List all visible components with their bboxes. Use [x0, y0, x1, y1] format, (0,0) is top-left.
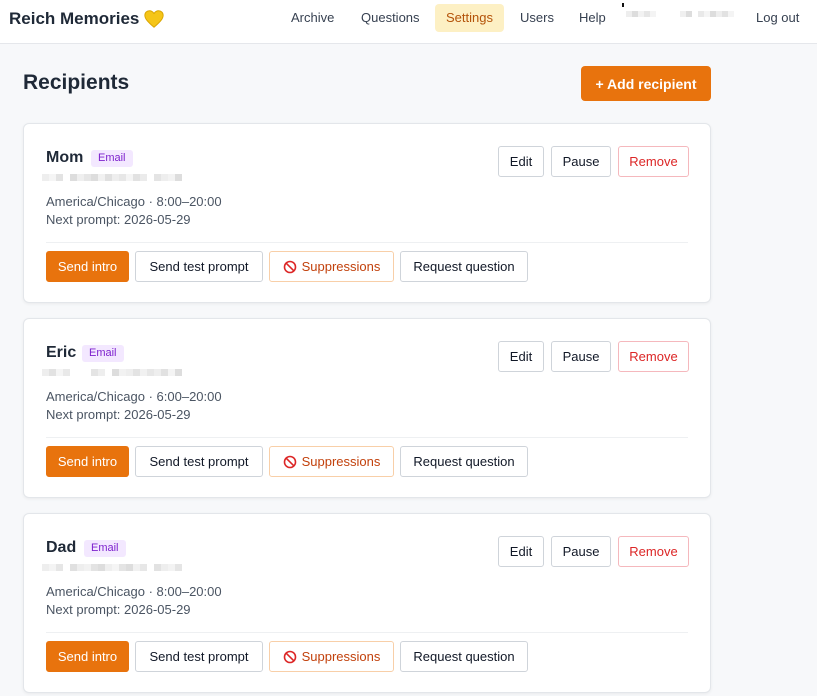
recipient-schedule: America/Chicago · 8:00–20:00 [46, 584, 222, 599]
redacted-user-email [680, 11, 734, 17]
send-intro-button[interactable]: Send intro [46, 251, 129, 282]
request-question-button[interactable]: Request question [400, 251, 528, 282]
page-title: Recipients [23, 71, 130, 94]
app-brand[interactable]: Reich Memories [9, 8, 165, 30]
suppressions-button[interactable]: Suppressions [269, 446, 394, 477]
next-prompt: Next prompt: 2026-05-29 [46, 212, 191, 227]
add-recipient-button[interactable]: + Add recipient [581, 66, 711, 101]
card-divider [46, 632, 688, 633]
nav-archive[interactable]: Archive [280, 4, 345, 32]
top-nav-bar: Reich Memories Archive Questions Setting… [0, 0, 817, 44]
next-prompt: Next prompt: 2026-05-29 [46, 407, 191, 422]
redacted-user-name [626, 11, 656, 17]
suppressions-label: Suppressions [301, 259, 381, 274]
suppressions-button[interactable]: Suppressions [269, 251, 394, 282]
channel-badge: Email [82, 345, 124, 362]
edit-button[interactable]: Edit [498, 146, 544, 177]
nav-settings[interactable]: Settings [435, 4, 504, 32]
nav-questions[interactable]: Questions [350, 4, 431, 32]
card-divider [46, 437, 688, 438]
recipient-schedule: America/Chicago · 6:00–20:00 [46, 389, 222, 404]
send-intro-button[interactable]: Send intro [46, 446, 129, 477]
suppressions-label: Suppressions [301, 454, 381, 469]
remove-button[interactable]: Remove [618, 341, 689, 372]
redacted-user-info [622, 3, 624, 7]
recipient-card: Mom Email America/Chicago · 8:00–20:00 N… [23, 123, 711, 303]
edit-button[interactable]: Edit [498, 536, 544, 567]
send-test-prompt-button[interactable]: Send test prompt [135, 641, 263, 672]
recipient-name: Dad [46, 539, 77, 556]
recipient-name: Mom [46, 149, 84, 166]
channel-badge: Email [84, 540, 126, 557]
send-test-prompt-button[interactable]: Send test prompt [135, 251, 263, 282]
prohibited-icon [283, 455, 296, 468]
prohibited-icon [283, 260, 296, 273]
remove-button[interactable]: Remove [618, 536, 689, 567]
pause-button[interactable]: Pause [551, 536, 611, 567]
request-question-button[interactable]: Request question [400, 446, 528, 477]
recipient-schedule: America/Chicago · 8:00–20:00 [46, 194, 222, 209]
remove-button[interactable]: Remove [618, 146, 689, 177]
pause-button[interactable]: Pause [551, 146, 611, 177]
nav-help[interactable]: Help [568, 4, 617, 32]
redacted-contact [42, 174, 182, 188]
pause-button[interactable]: Pause [551, 341, 611, 372]
prohibited-icon [283, 650, 296, 663]
send-intro-button[interactable]: Send intro [46, 641, 129, 672]
request-question-button[interactable]: Request question [400, 641, 528, 672]
recipient-card: Eric Email America/Chicago · 6:00–20:00 … [23, 318, 711, 498]
yellow-heart-icon [144, 10, 165, 28]
redacted-contact [42, 369, 182, 383]
channel-badge: Email [91, 150, 133, 167]
recipient-name: Eric [46, 344, 77, 361]
send-test-prompt-button[interactable]: Send test prompt [135, 446, 263, 477]
edit-button[interactable]: Edit [498, 341, 544, 372]
card-divider [46, 242, 688, 243]
redacted-contact [42, 564, 182, 578]
recipient-card: Dad Email America/Chicago · 8:00–20:00 N… [23, 513, 711, 693]
suppressions-button[interactable]: Suppressions [269, 641, 394, 672]
app-title: Reich Memories [9, 9, 140, 28]
nav-users[interactable]: Users [509, 4, 565, 32]
next-prompt: Next prompt: 2026-05-29 [46, 602, 191, 617]
suppressions-label: Suppressions [301, 649, 381, 664]
logout-link[interactable]: Log out [745, 4, 810, 32]
